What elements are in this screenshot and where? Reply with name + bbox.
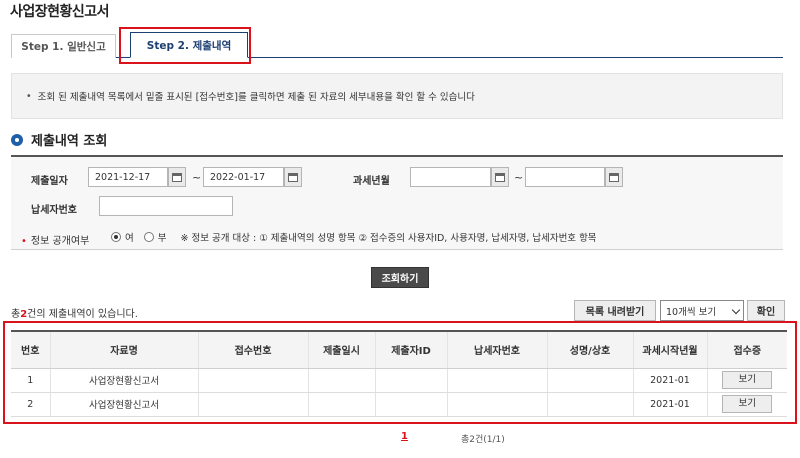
notice-bullet: • — [26, 90, 32, 102]
header-name: 성명/상호 — [546, 330, 633, 369]
calendar-icon[interactable] — [284, 167, 302, 187]
header-number: 번호 — [11, 330, 50, 369]
calendar-icon[interactable] — [605, 167, 623, 187]
chevron-down-icon — [731, 305, 741, 315]
count-prefix: 총 — [11, 309, 21, 320]
cell-tax-start: 2021-01 — [632, 392, 707, 417]
taxpayer-number-label: 납세자번호 — [31, 205, 77, 216]
disclosure-yes-radio[interactable] — [111, 232, 121, 242]
disclosure-label-text: 정보 공개여부 — [30, 236, 90, 247]
cell-number: 1 — [11, 368, 50, 393]
notice-text: 조회 된 제출내역 목록에서 밑줄 표시된 [접수번호]를 클릭하면 제출 된 … — [37, 92, 475, 103]
confirm-button[interactable]: 확인 — [747, 300, 785, 321]
section-title-text: 제출내역 조회 — [31, 134, 108, 149]
cell-number: 2 — [11, 392, 50, 417]
period-range-tilde: ~ — [514, 171, 524, 184]
count-suffix: 건의 제출내역이 있습니다. — [27, 309, 138, 320]
disclosure-label: • 정보 공개여부 — [21, 232, 89, 247]
header-taxpayer-number: 납세자번호 — [446, 330, 547, 369]
disclosure-no-label: 부 — [157, 233, 167, 244]
cell-data-name: 사업장현황신고서 — [49, 392, 198, 417]
pagination-current-page[interactable]: 1 — [401, 431, 408, 442]
highlight-box-tab — [119, 27, 251, 64]
header-receipt-number: 접수번호 — [197, 330, 308, 369]
tax-period-label: 과세년월 — [353, 176, 390, 187]
calendar-glyph-icon — [172, 172, 182, 182]
header-submitter-id: 제출자ID — [374, 330, 447, 369]
pagination-total: 총2건(1/1) — [461, 435, 505, 445]
disclosure-yes-label: 여 — [125, 233, 134, 244]
notice-box: • 조회 된 제출내역 목록에서 밑줄 표시된 [접수번호]를 클릭하면 제출 … — [11, 73, 783, 119]
calendar-icon[interactable] — [168, 167, 186, 187]
cell-taxpayer-number — [446, 392, 547, 417]
cell-taxpayer-number — [446, 368, 547, 393]
submission-table: 번호 자료명 접수번호 제출일시 제출자ID 납세자번호 성명/상호 과세시작년… — [11, 330, 787, 417]
table-row: 2 사업장현황신고서 2021-01 보기 — [11, 392, 787, 417]
header-data-name: 자료명 — [49, 330, 198, 369]
submit-date-from-input[interactable]: 2021-12-17 — [88, 167, 168, 187]
tax-period-from-input[interactable] — [410, 167, 491, 187]
disclosure-options: 여 부 ※ 정보 공개 대상 : ① 제출내역의 성명 항목 ② 접수증의 사용… — [111, 230, 597, 244]
required-mark: • — [21, 236, 27, 247]
section-bullet-icon — [11, 133, 23, 146]
header-tax-start: 과세시작년월 — [632, 330, 707, 369]
page-title: 사업장현황신고서 — [10, 4, 110, 20]
date-range-tilde: ~ — [192, 171, 202, 184]
section-title: 제출내역 조회 — [11, 130, 107, 149]
page-size-select[interactable]: 10개씩 보기 — [660, 300, 744, 321]
table-header-row: 번호 자료명 접수번호 제출일시 제출자ID 납세자번호 성명/상호 과세시작년… — [11, 330, 787, 369]
calendar-icon[interactable] — [491, 167, 509, 187]
tab-step1-general-report[interactable]: Step 1. 일반신고 — [11, 34, 116, 58]
header-submitted-at: 제출일시 — [307, 330, 375, 369]
calendar-glyph-icon — [288, 172, 298, 182]
search-panel: 제출일자 2021-12-17 ~ 2022-01-17 과세년월 ~ 납세자번… — [11, 155, 783, 250]
cell-receipt: 보기 — [706, 368, 787, 393]
cell-receipt-number[interactable] — [197, 368, 308, 393]
cell-name — [546, 392, 633, 417]
tax-period-to-input[interactable] — [525, 167, 605, 187]
calendar-glyph-icon — [495, 172, 505, 182]
cell-receipt-number[interactable] — [197, 392, 308, 417]
result-count-text: 총2건의 제출내역이 있습니다. — [11, 305, 138, 320]
taxpayer-number-input[interactable] — [99, 196, 233, 216]
view-receipt-button[interactable]: 보기 — [722, 395, 773, 413]
cell-submitted-at — [307, 368, 375, 393]
page-size-value: 10개씩 보기 — [666, 306, 717, 318]
disclosure-note: ※ 정보 공개 대상 : ① 제출내역의 성명 항목 ② 접수증의 사용자ID,… — [180, 233, 597, 244]
download-list-button[interactable]: 목록 내려받기 — [574, 300, 656, 321]
header-receipt: 접수증 — [706, 330, 787, 369]
cell-submitted-at — [307, 392, 375, 417]
cell-tax-start: 2021-01 — [632, 368, 707, 393]
calendar-glyph-icon — [609, 172, 619, 182]
cell-name — [546, 368, 633, 393]
cell-receipt: 보기 — [706, 392, 787, 417]
table-row: 1 사업장현황신고서 2021-01 보기 — [11, 368, 787, 393]
cell-submitter-id — [374, 392, 447, 417]
query-button[interactable]: 조회하기 — [371, 267, 429, 288]
cell-data-name: 사업장현황신고서 — [49, 368, 198, 393]
submit-date-label: 제출일자 — [31, 176, 68, 187]
view-receipt-button[interactable]: 보기 — [722, 371, 773, 389]
submit-date-to-input[interactable]: 2022-01-17 — [203, 167, 284, 187]
cell-submitter-id — [374, 368, 447, 393]
disclosure-no-radio[interactable] — [143, 232, 154, 242]
